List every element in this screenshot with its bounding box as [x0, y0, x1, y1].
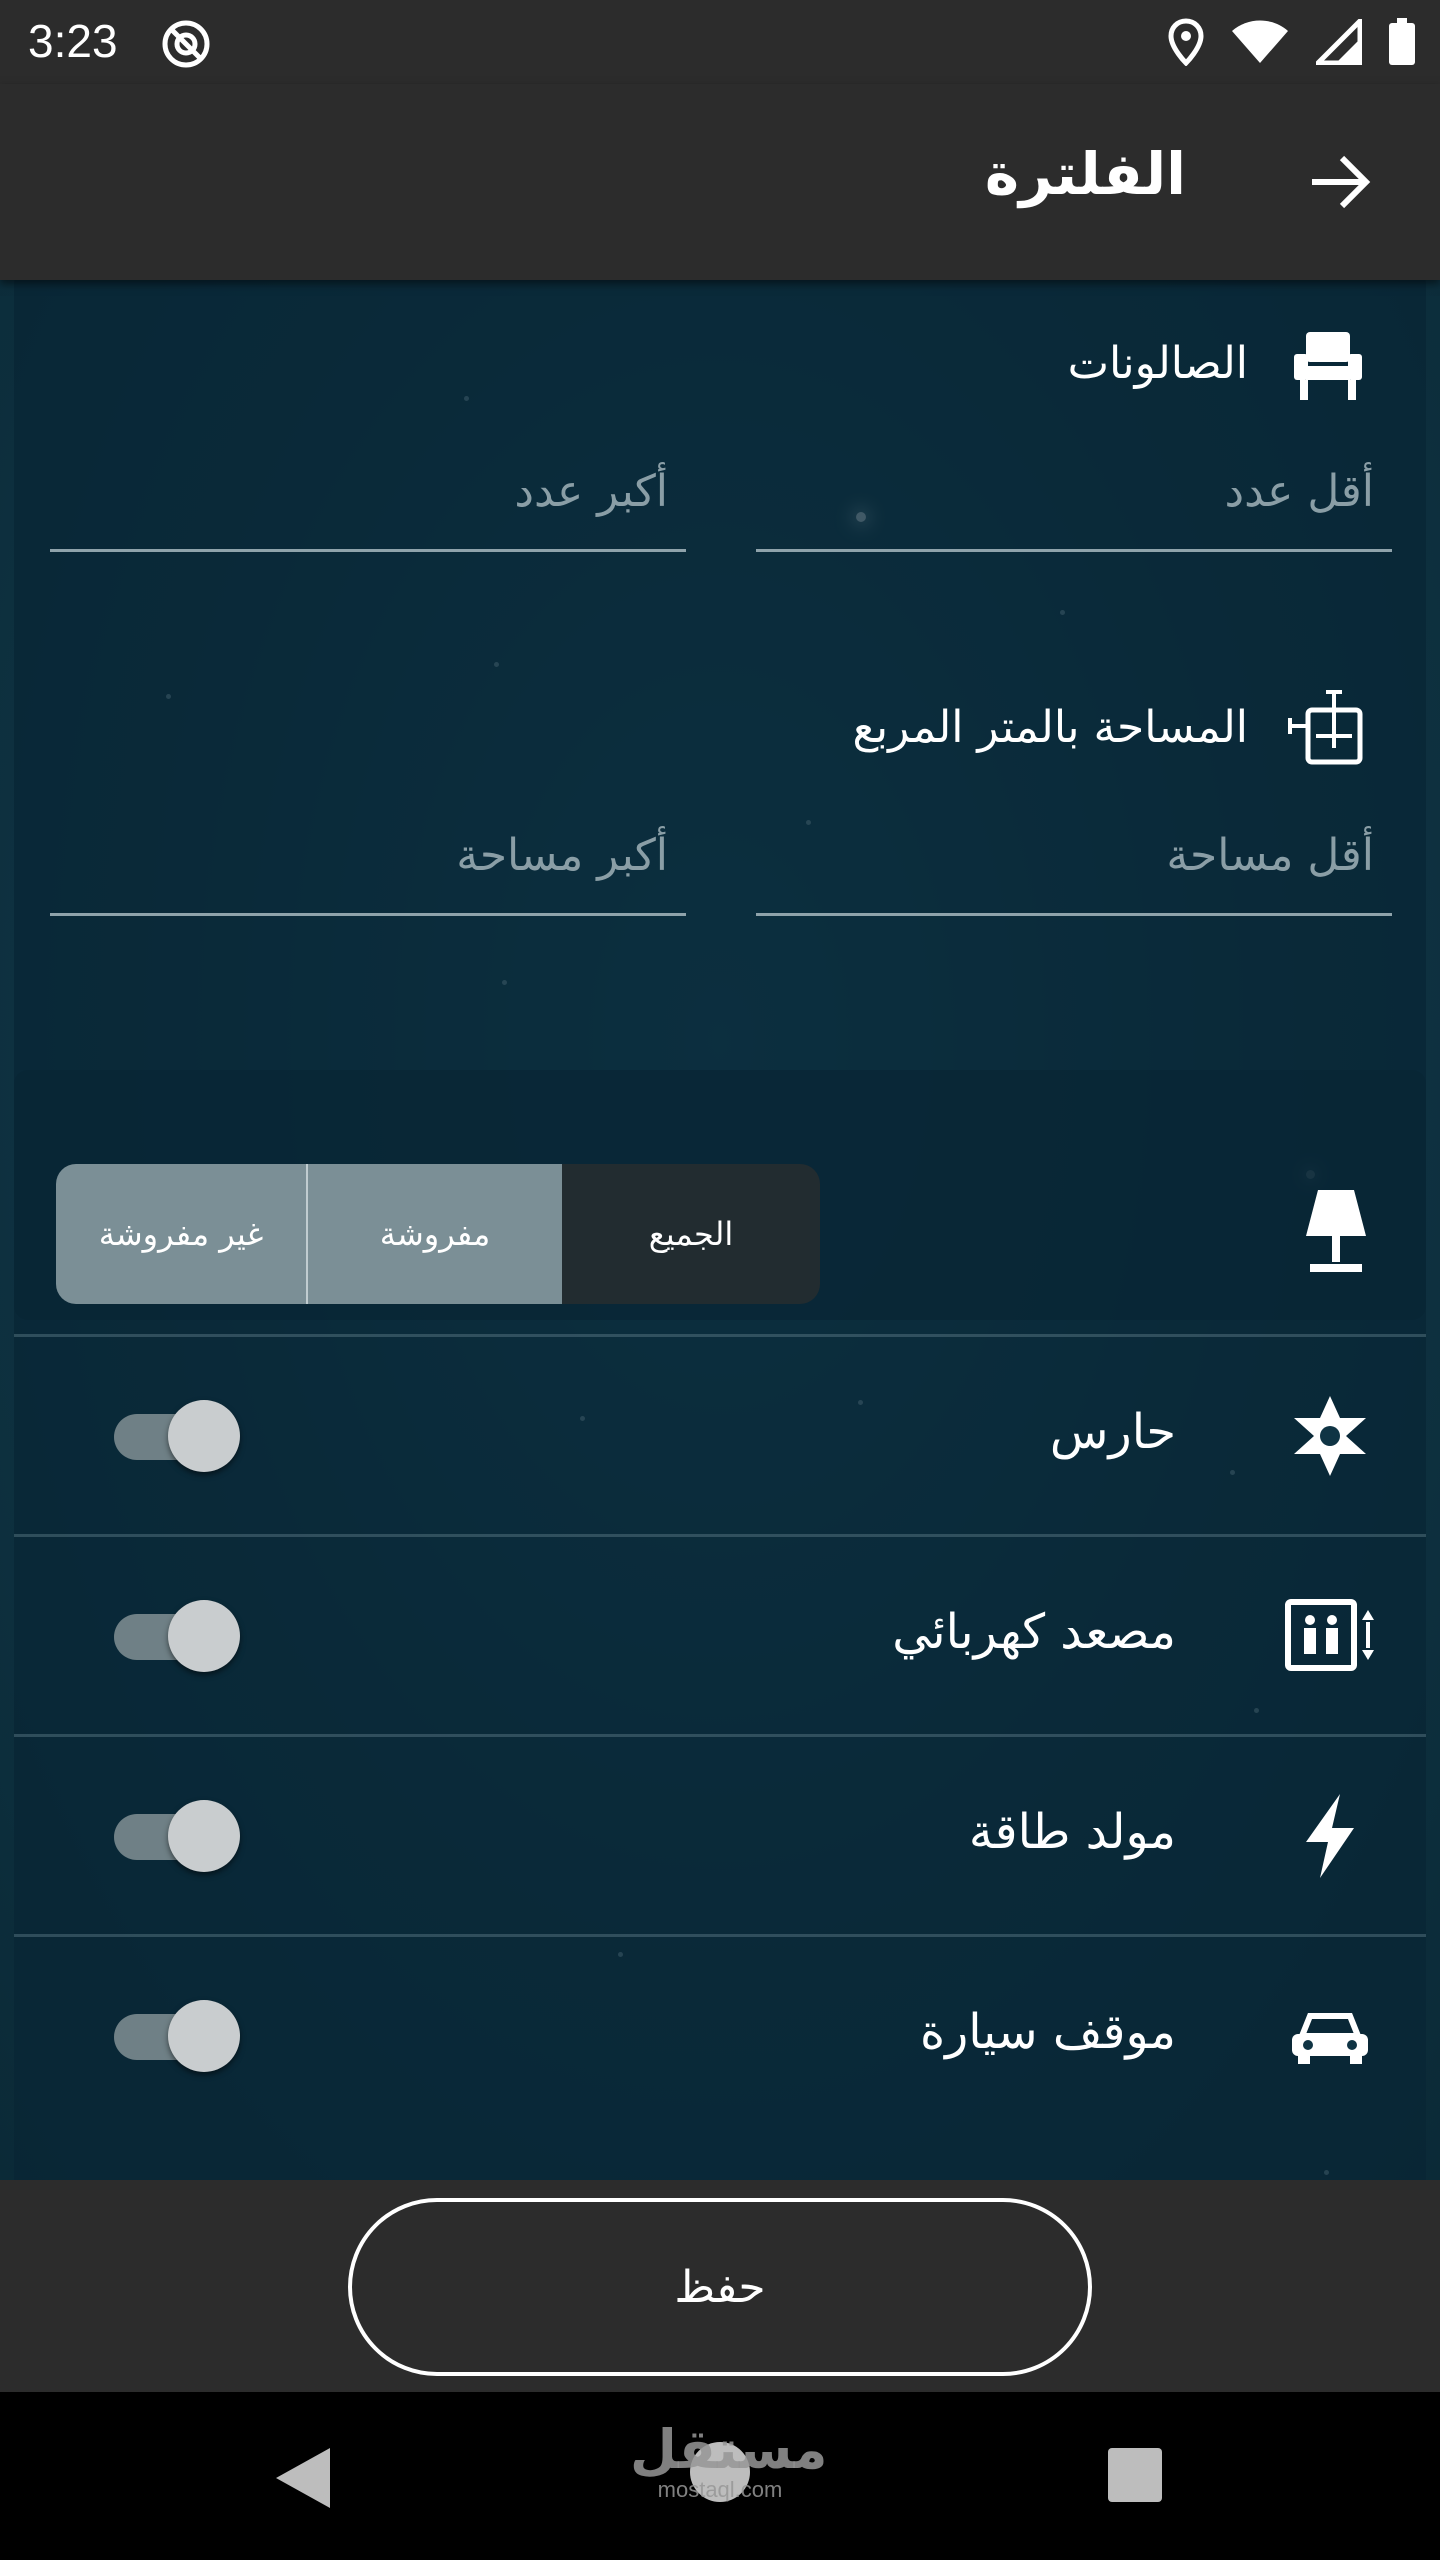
lamp-icon	[1306, 1190, 1366, 1272]
segment-all[interactable]: الجميع	[562, 1164, 820, 1304]
navigation-bar: مستقل mostaql.com	[0, 2392, 1440, 2560]
area-max-input[interactable]: أكبر مساحة	[50, 806, 686, 916]
guard-toggle[interactable]	[114, 1400, 244, 1472]
salons-label: الصالونات	[1067, 338, 1248, 389]
battery-icon	[1389, 18, 1415, 65]
salons-min-placeholder: أقل عدد	[1224, 466, 1374, 517]
app-notification-icon	[162, 20, 210, 68]
app-bar: الفلترة	[0, 84, 1440, 280]
bottom-action-bar: حفظ	[0, 2180, 1440, 2392]
save-button[interactable]: حفظ	[348, 2198, 1092, 2376]
divider	[14, 1534, 1426, 1537]
salons-min-input[interactable]: أقل عدد	[756, 442, 1392, 552]
armchair-icon	[1294, 332, 1362, 400]
amenity-label-elevator: مصعد كهربائي	[892, 1604, 1176, 1660]
area-measure-icon	[1288, 690, 1363, 765]
amenity-row-parking[interactable]: موقف سيارة	[14, 1938, 1426, 2134]
watermark-logo: مستقل mostaql.com	[630, 2418, 828, 2502]
amenity-label-guard: حارس	[1049, 1404, 1176, 1460]
amenity-row-guard[interactable]: حارس	[14, 1338, 1426, 1534]
cellular-signal-icon	[1316, 19, 1362, 65]
watermark-arabic: مستقل	[630, 2418, 828, 2481]
lightning-icon	[1306, 1794, 1354, 1878]
salons-header: الصالونات	[14, 304, 1426, 424]
divider	[14, 1334, 1426, 1337]
location-icon	[1168, 18, 1204, 66]
elevator-toggle[interactable]	[114, 1600, 244, 1672]
car-icon	[1292, 2013, 1368, 2064]
segment-furnished[interactable]: مفروشة	[308, 1164, 562, 1304]
nav-recents-icon[interactable]	[1108, 2448, 1162, 2502]
nav-back-icon[interactable]	[272, 2446, 332, 2510]
area-label: المساحة بالمتر المربع	[852, 702, 1248, 753]
generator-toggle[interactable]	[114, 1800, 244, 1872]
filter-content[interactable]: الصالونات أقل عدد أكبر عدد المساحة بالمت…	[0, 280, 1440, 2180]
status-bar: 3:23	[0, 0, 1440, 84]
sheriff-star-icon	[1294, 1396, 1366, 1476]
wifi-icon	[1232, 20, 1288, 63]
area-min-placeholder: أقل مساحة	[1166, 830, 1374, 881]
furnishing-segmented-control: غير مفروشة مفروشة الجميع	[56, 1164, 820, 1304]
amenity-label-parking: موقف سيارة	[919, 2004, 1176, 2060]
watermark-latin: mostaql.com	[657, 2477, 783, 2502]
arrow-forward-icon[interactable]	[1304, 146, 1376, 218]
divider	[14, 1734, 1426, 1737]
divider	[14, 1934, 1426, 1937]
amenity-row-generator[interactable]: مولد طاقة	[14, 1738, 1426, 1934]
amenity-row-elevator[interactable]: مصعد كهربائي	[14, 1538, 1426, 1734]
amenity-label-generator: مولد طاقة	[968, 1804, 1176, 1860]
salons-max-placeholder: أكبر عدد	[514, 466, 668, 517]
page-title: الفلترة	[984, 140, 1186, 208]
area-max-placeholder: أكبر مساحة	[456, 830, 668, 881]
area-header: المساحة بالمتر المربع	[14, 668, 1426, 788]
segment-unfurnished[interactable]: غير مفروشة	[56, 1164, 308, 1304]
area-min-input[interactable]: أقل مساحة	[756, 806, 1392, 916]
status-time: 3:23	[28, 15, 118, 67]
salons-max-input[interactable]: أكبر عدد	[50, 442, 686, 552]
parking-toggle[interactable]	[114, 2000, 244, 2072]
elevator-icon	[1285, 1599, 1374, 1671]
